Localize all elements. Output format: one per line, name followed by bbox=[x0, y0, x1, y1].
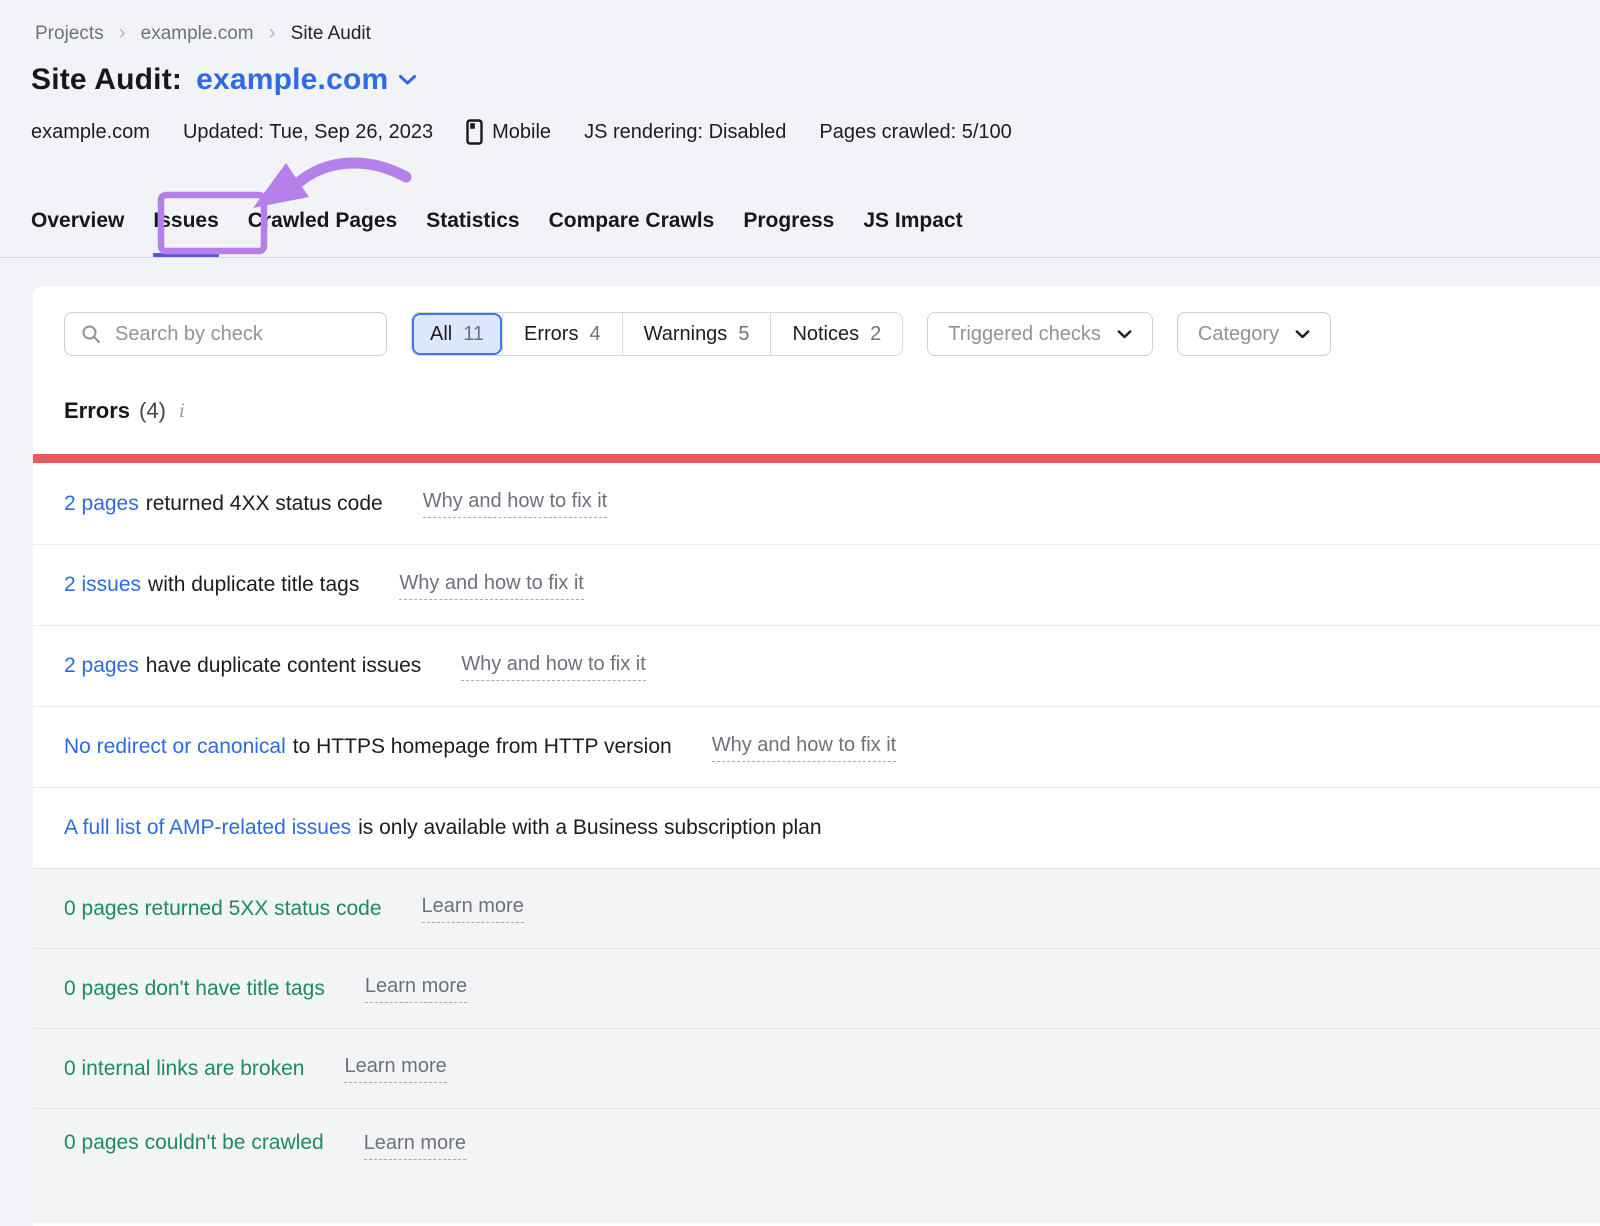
filter-errors[interactable]: Errors 4 bbox=[502, 313, 622, 355]
passed-check-row: 0 pages couldn't be crawled Learn more bbox=[33, 1108, 1600, 1223]
tabs-bar: Overview Issues Crawled Pages Statistics… bbox=[0, 209, 1600, 258]
tab-crawled-pages[interactable]: Crawled Pages bbox=[248, 209, 397, 233]
breadcrumb-projects[interactable]: Projects bbox=[35, 23, 104, 45]
errors-section-header: Errors (4) i bbox=[64, 398, 1600, 424]
meta-device-label: Mobile bbox=[492, 121, 551, 144]
passed-check-row: 0 pages returned 5XX status code Learn m… bbox=[33, 868, 1600, 948]
passed-check-text: 0 pages don't have title tags bbox=[64, 977, 325, 1001]
issue-text: 2 pages have duplicate content issues bbox=[64, 654, 421, 678]
errors-section-count: (4) bbox=[139, 398, 166, 424]
passed-check-row: 0 internal links are broken Learn more bbox=[33, 1028, 1600, 1108]
tab-issues[interactable]: Issues bbox=[153, 209, 218, 233]
issue-link[interactable]: No redirect or canonical bbox=[64, 735, 286, 758]
issue-text: 2 issues with duplicate title tags bbox=[64, 573, 359, 597]
issue-row: 2 pages have duplicate content issues Why… bbox=[33, 625, 1600, 706]
issue-text: No redirect or canonical to HTTPS homepag… bbox=[64, 735, 672, 759]
learn-more-link[interactable]: Learn more bbox=[422, 894, 524, 923]
purple-arrow-annotation bbox=[291, 163, 406, 190]
filter-all-count: 11 bbox=[463, 323, 484, 346]
meta-pages-crawled: Pages crawled: 5/100 bbox=[819, 121, 1011, 144]
category-dropdown[interactable]: Category bbox=[1177, 312, 1331, 356]
filter-notices[interactable]: Notices 2 bbox=[770, 313, 902, 355]
issue-link[interactable]: A full list of AMP-related issues bbox=[64, 816, 351, 839]
page-header: Projects › example.com › Site Audit Site… bbox=[0, 0, 1600, 258]
breadcrumb-chevron-icon: › bbox=[119, 22, 126, 46]
severity-filter: All 11 Errors 4 Warnings 5 Notices 2 bbox=[411, 312, 903, 356]
meta-device: Mobile bbox=[466, 119, 551, 145]
meta-updated: Updated: Tue, Sep 26, 2023 bbox=[183, 121, 433, 144]
breadcrumb: Projects › example.com › Site Audit bbox=[0, 0, 1600, 46]
issue-description: with duplicate title tags bbox=[148, 573, 359, 596]
breadcrumb-domain[interactable]: example.com bbox=[141, 23, 254, 45]
why-how-to-fix-link[interactable]: Why and how to fix it bbox=[712, 733, 897, 762]
category-label: Category bbox=[1198, 323, 1279, 346]
mobile-phone-icon bbox=[466, 119, 483, 145]
triggered-checks-dropdown[interactable]: Triggered checks bbox=[927, 312, 1153, 356]
issue-row: No redirect or canonical to HTTPS homepag… bbox=[33, 706, 1600, 787]
meta-js-rendering: JS rendering: Disabled bbox=[584, 121, 786, 144]
chevron-down-icon bbox=[1295, 330, 1310, 339]
audit-meta-row: example.com Updated: Tue, Sep 26, 2023 M… bbox=[0, 97, 1600, 145]
issue-link[interactable]: 2 pages bbox=[64, 654, 139, 677]
breadcrumb-site-audit: Site Audit bbox=[291, 23, 371, 45]
search-icon bbox=[81, 324, 101, 344]
project-domain-selector[interactable]: example.com bbox=[196, 63, 417, 97]
issue-description: have duplicate content issues bbox=[146, 654, 422, 677]
filter-warnings-count: 5 bbox=[738, 323, 749, 346]
issues-list: 2 pages returned 4XX status code Why and … bbox=[33, 463, 1600, 1223]
tab-progress[interactable]: Progress bbox=[743, 209, 834, 233]
why-how-to-fix-link[interactable]: Why and how to fix it bbox=[399, 571, 584, 600]
learn-more-link[interactable]: Learn more bbox=[364, 1131, 466, 1160]
learn-more-link[interactable]: Learn more bbox=[365, 974, 467, 1003]
page-title-prefix: Site Audit: bbox=[31, 63, 182, 97]
issue-link[interactable]: 2 issues bbox=[64, 573, 141, 596]
filter-warnings-label: Warnings bbox=[644, 323, 728, 346]
passed-check-row: 0 pages don't have title tags Learn more bbox=[33, 948, 1600, 1028]
page-title: Site Audit: example.com bbox=[0, 46, 1600, 97]
meta-domain: example.com bbox=[31, 121, 150, 144]
breadcrumb-chevron-icon: › bbox=[269, 22, 276, 46]
tab-overview[interactable]: Overview bbox=[31, 209, 124, 233]
issue-link[interactable]: 2 pages bbox=[64, 492, 139, 515]
issue-description: returned 4XX status code bbox=[146, 492, 383, 515]
why-how-to-fix-link[interactable]: Why and how to fix it bbox=[423, 489, 608, 518]
info-icon[interactable]: i bbox=[179, 400, 185, 422]
filter-notices-label: Notices bbox=[792, 323, 859, 346]
issue-row: 2 issues with duplicate title tags Why an… bbox=[33, 544, 1600, 625]
issues-panel: All 11 Errors 4 Warnings 5 Notices 2 Tri… bbox=[33, 286, 1600, 1226]
tab-compare-crawls[interactable]: Compare Crawls bbox=[549, 209, 715, 233]
issues-toolbar: All 11 Errors 4 Warnings 5 Notices 2 Tri… bbox=[64, 312, 1600, 356]
filter-all-label: All bbox=[430, 323, 452, 346]
issue-text: 2 pages returned 4XX status code bbox=[64, 492, 383, 516]
issue-description: to HTTPS homepage from HTTP version bbox=[293, 735, 672, 758]
tab-statistics[interactable]: Statistics bbox=[426, 209, 519, 233]
issue-text: A full list of AMP-related issues is only… bbox=[64, 816, 822, 840]
project-domain-label: example.com bbox=[196, 63, 388, 97]
triggered-checks-label: Triggered checks bbox=[948, 323, 1101, 346]
issue-description: is only available with a Business subscr… bbox=[358, 816, 821, 839]
tab-js-impact[interactable]: JS Impact bbox=[863, 209, 962, 233]
filter-notices-count: 2 bbox=[870, 323, 881, 346]
errors-severity-bar bbox=[33, 454, 1600, 463]
search-input[interactable] bbox=[113, 322, 372, 347]
filter-errors-count: 4 bbox=[589, 323, 600, 346]
issue-row: A full list of AMP-related issues is only… bbox=[33, 787, 1600, 868]
issue-row: 2 pages returned 4XX status code Why and … bbox=[33, 463, 1600, 544]
why-how-to-fix-link[interactable]: Why and how to fix it bbox=[461, 652, 646, 681]
passed-check-text: 0 internal links are broken bbox=[64, 1057, 304, 1081]
errors-section-title: Errors bbox=[64, 398, 130, 424]
filter-errors-label: Errors bbox=[524, 323, 578, 346]
filter-all[interactable]: All 11 bbox=[412, 313, 502, 355]
search-box[interactable] bbox=[64, 312, 387, 356]
passed-check-text: 0 pages returned 5XX status code bbox=[64, 897, 382, 921]
passed-check-text: 0 pages couldn't be crawled bbox=[64, 1131, 324, 1155]
learn-more-link[interactable]: Learn more bbox=[344, 1054, 446, 1083]
filter-warnings[interactable]: Warnings 5 bbox=[622, 313, 771, 355]
purple-arrowhead-annotation bbox=[253, 163, 309, 208]
chevron-down-icon bbox=[1117, 330, 1132, 339]
chevron-down-icon bbox=[398, 74, 417, 86]
